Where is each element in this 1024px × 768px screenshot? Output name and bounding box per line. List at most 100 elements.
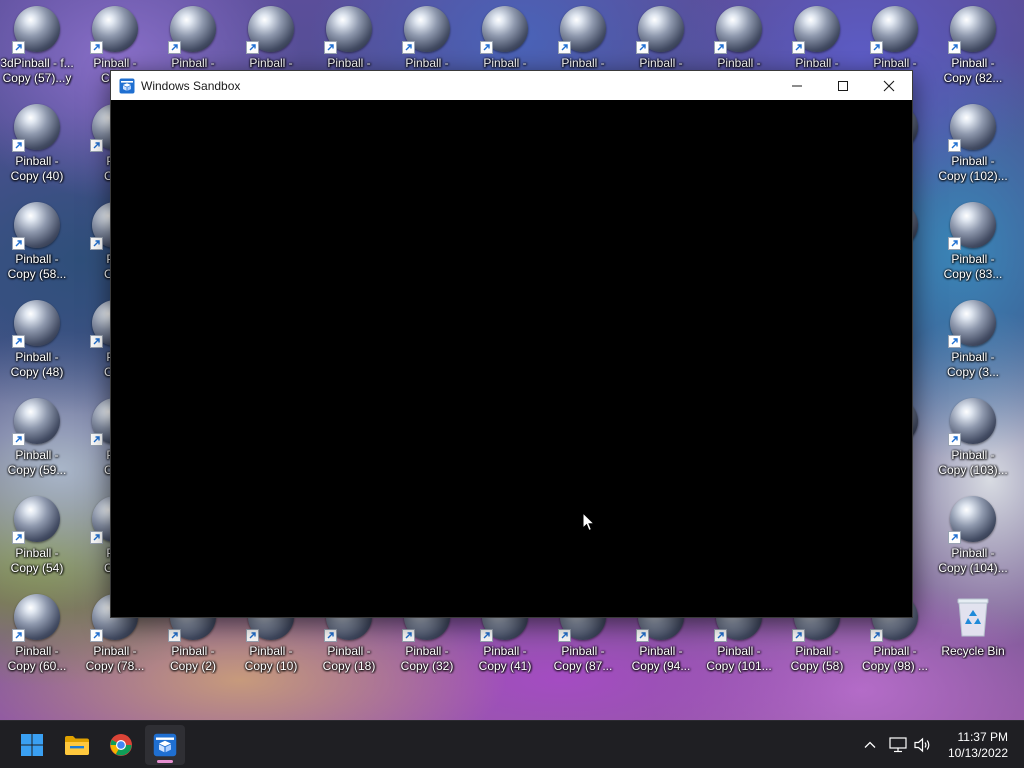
pinball-shortcut[interactable]: 3dPinball - f... Copy (57)...y xyxy=(0,6,74,98)
shortcut-label: Pinball - Copy (102)... xyxy=(938,154,1008,183)
shortcut-label: Pinball - xyxy=(873,56,917,70)
window-title: Windows Sandbox xyxy=(141,78,241,93)
shortcut-arrow-icon xyxy=(324,41,337,54)
shortcut-arrow-icon xyxy=(90,237,103,250)
shortcut-arrow-icon xyxy=(948,335,961,348)
shortcut-arrow-icon xyxy=(90,139,103,152)
shortcut-arrow-icon xyxy=(90,335,103,348)
file-explorer-button[interactable] xyxy=(57,725,97,765)
volume-icon xyxy=(914,737,930,753)
shortcut-arrow-icon xyxy=(12,335,25,348)
minimize-button[interactable] xyxy=(774,71,820,100)
maximize-button[interactable] xyxy=(820,71,866,100)
shortcut-label: Pinball - xyxy=(483,56,527,70)
pinball-shortcut[interactable]: Pinball - Copy (60... xyxy=(0,594,74,686)
pinball-icon xyxy=(480,6,528,54)
pinball-icon xyxy=(948,202,996,250)
pinball-shortcut[interactable]: Pinball - Copy (103)... xyxy=(936,398,1010,490)
pinball-icon xyxy=(12,398,60,446)
start-button[interactable] xyxy=(12,725,52,765)
volume-button[interactable] xyxy=(911,733,935,757)
shortcut-label: Pinball - Copy (103)... xyxy=(938,448,1008,477)
shortcut-label: Pinball - Copy (59... xyxy=(7,448,67,477)
shortcut-arrow-icon xyxy=(246,41,259,54)
folder-icon xyxy=(65,736,89,755)
shortcut-label: Pinball - Copy (41) xyxy=(478,644,532,673)
pinball-shortcut[interactable]: Pinball - Copy (54) xyxy=(0,496,74,588)
shortcut-arrow-icon xyxy=(90,629,103,642)
shortcut-arrow-icon xyxy=(948,433,961,446)
shortcut-arrow-icon xyxy=(12,139,25,152)
network-icon xyxy=(889,737,907,753)
shortcut-label: Pinball - xyxy=(561,56,605,70)
clock-time: 11:37 PM xyxy=(957,730,1008,744)
pinball-icon xyxy=(948,104,996,152)
shortcut-label: Pinball - Copy (82... xyxy=(943,56,1003,85)
shortcut-label: Pinball - Copy (10) xyxy=(244,644,298,673)
shortcut-label: Pinball - xyxy=(171,56,215,70)
shortcut-label: Pinball - Copy (2) xyxy=(169,644,216,673)
show-hidden-icons-button[interactable] xyxy=(858,733,882,757)
shortcut-label: Pinball - Copy (54) xyxy=(10,546,64,575)
close-button[interactable] xyxy=(866,71,912,100)
maximize-icon xyxy=(838,80,848,91)
shortcut-arrow-icon xyxy=(402,41,415,54)
chrome-button[interactable] xyxy=(101,725,141,765)
pinball-shortcut[interactable]: Pinball - Copy (59... xyxy=(0,398,74,490)
shortcut-arrow-icon xyxy=(168,41,181,54)
shortcut-label: Pinball - Copy (78... xyxy=(85,644,145,673)
chrome-icon xyxy=(110,734,132,756)
sandbox-content-area[interactable] xyxy=(111,100,912,617)
shortcut-label: Pinball - Copy (83... xyxy=(943,252,1003,281)
recycle-bin-shortcut[interactable]: Recycle Bin xyxy=(936,594,1010,686)
pinball-icon xyxy=(12,594,60,642)
shortcut-arrow-icon xyxy=(714,629,727,642)
recycle-bin-icon xyxy=(950,594,996,640)
shortcut-arrow-icon xyxy=(948,41,961,54)
shortcut-label: Pinball - xyxy=(717,56,761,70)
shortcut-label: Pinball - Copy (58... xyxy=(7,252,67,281)
shortcut-arrow-icon xyxy=(480,41,493,54)
sandbox-window[interactable]: Windows Sandbox xyxy=(110,70,913,618)
pinball-icon xyxy=(948,398,996,446)
clock[interactable]: 11:37 PM 10/13/2022 xyxy=(948,729,1008,761)
pinball-shortcut[interactable]: Pinball - Copy (40) xyxy=(0,104,74,196)
network-button[interactable] xyxy=(886,733,910,757)
shortcut-arrow-icon xyxy=(558,41,571,54)
shortcut-label: Pinball - xyxy=(795,56,839,70)
windows-logo-icon xyxy=(21,734,43,756)
pinball-shortcut[interactable]: Pinball - Copy (58... xyxy=(0,202,74,294)
pinball-icon xyxy=(12,300,60,348)
shortcut-arrow-icon xyxy=(90,531,103,544)
title-bar[interactable]: Windows Sandbox xyxy=(111,71,912,100)
pinball-shortcut[interactable]: Pinball - Copy (102)... xyxy=(936,104,1010,196)
shortcut-label: Pinball - xyxy=(639,56,683,70)
shortcut-arrow-icon xyxy=(168,629,181,642)
shortcut-arrow-icon xyxy=(558,629,571,642)
shortcut-arrow-icon xyxy=(792,629,805,642)
shortcut-arrow-icon xyxy=(246,629,259,642)
pinball-shortcut[interactable]: Pinball - Copy (3... xyxy=(936,300,1010,392)
pinball-shortcut[interactable]: Pinball - Copy (83... xyxy=(936,202,1010,294)
pinball-shortcut[interactable]: Pinball - Copy (82... xyxy=(936,6,1010,98)
shortcut-arrow-icon xyxy=(948,531,961,544)
shortcut-arrow-icon xyxy=(714,41,727,54)
shortcut-label: Pinball - Copy (98) ... xyxy=(861,644,929,673)
shortcut-arrow-icon xyxy=(870,629,883,642)
shortcut-label: Pinball - Copy (60... xyxy=(7,644,67,673)
shortcut-label: Pinball - Copy (18) xyxy=(322,644,376,673)
pinball-shortcut[interactable]: Pinball - Copy (48) xyxy=(0,300,74,392)
windows-sandbox-button[interactable] xyxy=(145,725,185,765)
pinball-icon xyxy=(324,6,372,54)
pinball-icon xyxy=(12,104,60,152)
pinball-icon xyxy=(168,6,216,54)
shortcut-arrow-icon xyxy=(948,139,961,152)
shortcut-label: Pinball - Copy (48) xyxy=(10,350,64,379)
shortcut-label: Pinball - Copy (104)... xyxy=(938,546,1008,575)
pinball-icon xyxy=(636,6,684,54)
shortcut-arrow-icon xyxy=(870,41,883,54)
pinball-shortcut[interactable]: Pinball - Copy (104)... xyxy=(936,496,1010,588)
shortcut-label: Pinball - Copy (101... xyxy=(706,644,772,673)
shortcut-arrow-icon xyxy=(12,531,25,544)
pinball-icon xyxy=(870,6,918,54)
